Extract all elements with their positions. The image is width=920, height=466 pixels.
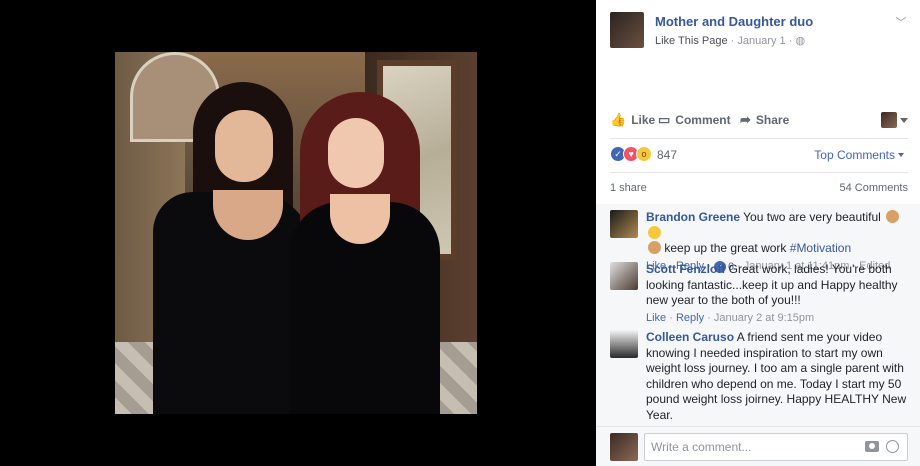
divider bbox=[610, 138, 908, 139]
reactions-bar: ✓ ♥ o 847 Top Comments bbox=[610, 146, 908, 164]
reaction-count[interactable]: 847 bbox=[657, 148, 677, 162]
ok-hand-emoji-icon bbox=[886, 210, 900, 223]
star-eyes-emoji-icon bbox=[648, 225, 661, 239]
like-button[interactable]: 👍 Like bbox=[610, 112, 655, 128]
comment-time[interactable]: January 2 at 9:15pm bbox=[714, 312, 814, 324]
like-page-link[interactable]: Like This Page bbox=[655, 35, 728, 47]
ok-hand-emoji-icon bbox=[648, 241, 661, 254]
comment-body: Colleen Caruso A friend sent me your vid… bbox=[646, 330, 908, 423]
share-count[interactable]: 1 share bbox=[610, 182, 647, 194]
comment-like-link[interactable]: Like bbox=[646, 312, 666, 324]
share-icon: ➦ bbox=[740, 112, 751, 127]
comment-input-box[interactable] bbox=[644, 433, 908, 461]
viewer-selector[interactable] bbox=[881, 112, 908, 128]
share-button[interactable]: ➦ Share bbox=[740, 112, 789, 128]
separator: · bbox=[727, 35, 738, 47]
caret-down-icon bbox=[900, 117, 908, 123]
comment-reply-link[interactable]: Reply bbox=[676, 312, 704, 324]
avatar[interactable] bbox=[610, 330, 638, 358]
comment-input[interactable] bbox=[645, 434, 845, 460]
photo-daughter bbox=[290, 92, 440, 414]
post-header: Mother and Daughter duo Like This Page ·… bbox=[610, 12, 910, 52]
post-sidebar: Mother and Daughter duo Like This Page ·… bbox=[596, 0, 920, 466]
page-avatar[interactable] bbox=[610, 12, 644, 48]
page-name-link[interactable]: Mother and Daughter duo bbox=[655, 14, 813, 29]
thumbs-up-icon: 👍 bbox=[610, 112, 627, 127]
separator: · bbox=[785, 35, 796, 47]
comment-label: Comment bbox=[675, 113, 731, 127]
comment-text: You two are very beautiful bbox=[743, 210, 881, 224]
chevron-down-icon[interactable]: ﹀ bbox=[894, 14, 908, 29]
camera-icon[interactable] bbox=[865, 441, 879, 452]
post-date[interactable]: January 1 bbox=[737, 35, 785, 47]
globe-icon: ◍ bbox=[795, 35, 806, 47]
smiley-icon[interactable] bbox=[886, 440, 899, 453]
comment-text-continued: keep up the great work bbox=[664, 241, 787, 255]
comment-author[interactable]: Scott Fenzloff bbox=[646, 262, 725, 276]
viewer-avatar bbox=[881, 112, 897, 128]
post-photo[interactable] bbox=[115, 52, 477, 414]
mother-face bbox=[215, 110, 273, 182]
avatar[interactable] bbox=[610, 262, 638, 290]
post-actions: 👍 Like ▭ Comment ➦ Share bbox=[610, 112, 908, 134]
comments-list: Brandon Greene You two are very beautifu… bbox=[596, 204, 920, 426]
comment-author[interactable]: Brandon Greene bbox=[646, 210, 740, 224]
comment-body: Scott Fenzloff Great work, ladies! You'r… bbox=[646, 262, 908, 326]
comment-icon: ▭ bbox=[658, 112, 671, 127]
wow-reaction-icon: o bbox=[636, 146, 652, 162]
photo-mother bbox=[153, 82, 313, 414]
divider bbox=[610, 172, 908, 173]
post-counts: 1 share 54 Comments bbox=[610, 182, 908, 196]
comment-meta: Like · Reply · January 2 at 9:15pm bbox=[646, 311, 815, 324]
like-label: Like bbox=[631, 113, 656, 127]
comment-composer bbox=[596, 426, 920, 466]
comment-count[interactable]: 54 Comments bbox=[840, 182, 908, 194]
comment-button[interactable]: ▭ Comment bbox=[658, 112, 731, 128]
top-comments-dropdown[interactable]: Top Comments bbox=[814, 148, 904, 162]
daughter-face bbox=[328, 118, 384, 188]
hashtag-link[interactable]: #Motivation bbox=[790, 241, 851, 255]
comment-author[interactable]: Colleen Caruso bbox=[646, 330, 734, 344]
reaction-icons[interactable]: ✓ ♥ o bbox=[610, 146, 652, 162]
share-label: Share bbox=[755, 113, 790, 127]
post-subline: Like This Page · January 1 · ◍ bbox=[655, 34, 805, 47]
avatar[interactable] bbox=[610, 210, 638, 238]
avatar bbox=[610, 433, 638, 461]
photo-viewer bbox=[0, 0, 596, 466]
